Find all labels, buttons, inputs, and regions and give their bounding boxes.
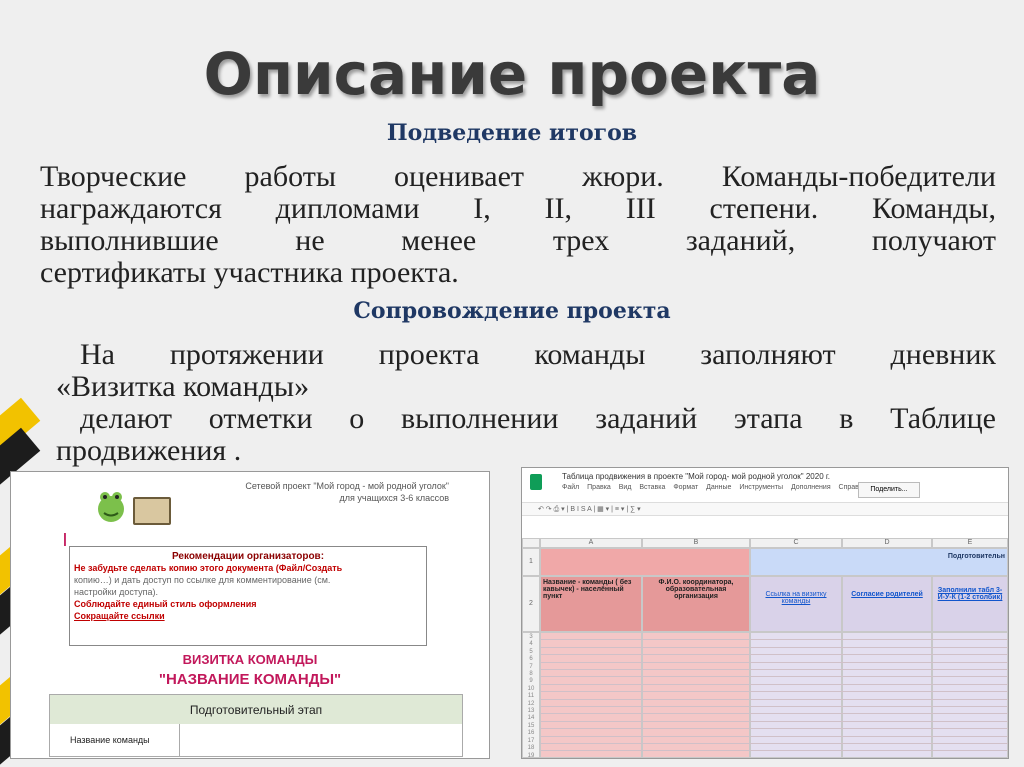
results-line-4: сертификаты участника проекта. <box>40 256 459 289</box>
share-button[interactable]: Поделить... <box>858 482 920 498</box>
row-number: 1 <box>522 548 540 576</box>
recommendations-line-5[interactable]: Сокращайте ссылки <box>70 610 426 622</box>
row-number: 11 <box>527 693 535 700</box>
recommendations-box: Рекомендации организаторов: Не забудьте … <box>69 546 427 646</box>
recommendations-title: Рекомендации организаторов: <box>171 551 325 562</box>
row-number: 17 <box>527 737 535 744</box>
grid-line <box>540 728 1008 730</box>
consent-column[interactable] <box>842 632 932 758</box>
section-results-text: Творческие работы оценивает жюри. Команд… <box>40 161 996 289</box>
row-number: 15 <box>527 722 535 729</box>
card-title: ВИЗИТКА КОМАНДЫ <box>182 652 318 667</box>
sheet-toolbar: ↶ ↷ ⎙ ▾ | B I S A | ▦ ▾ | ≡ ▾ | ∑ ▾ <box>522 502 1008 516</box>
doc-header: Сетевой проект "Мой город - мой родной у… <box>245 480 449 504</box>
frog-mascot-icon <box>98 492 124 522</box>
row-number: 10 <box>527 685 535 692</box>
section-heading-support: Сопровождение проекта <box>353 298 671 324</box>
recommendations-line-1: Не забудьте сделать копию этого документ… <box>74 563 343 573</box>
sheet-title: Таблица продвижения в проекте "Мой город… <box>562 472 831 481</box>
grid-line <box>540 676 1008 678</box>
row-number: 6 <box>529 656 533 663</box>
results-line-2: награждаются дипломами I, II, III степен… <box>40 192 996 225</box>
col-header-d[interactable]: D <box>842 538 932 548</box>
header-card-link[interactable]: Ссылка на визитку команды <box>750 576 842 632</box>
cell-stage-header[interactable]: Подготовительн <box>750 548 1008 576</box>
slide: Описание проекта Подведение итогов Творч… <box>0 0 1024 767</box>
cell-row1-red[interactable] <box>540 548 750 576</box>
grid-line <box>540 691 1008 693</box>
section-support-text: На протяжении проекта команды заполняют … <box>56 339 996 467</box>
header-parent-consent[interactable]: Согласие родителей <box>842 576 932 632</box>
slide-title: Описание проекта <box>203 40 821 108</box>
row-number: 9 <box>529 678 533 685</box>
card-link-column[interactable] <box>750 632 842 758</box>
table-row: Название команды <box>49 724 463 757</box>
results-line-1: Творческие работы оценивает жюри. Команд… <box>40 160 996 193</box>
grid-line <box>540 735 1008 737</box>
support-line-1: На протяжении проекта команды заполняют … <box>80 338 996 371</box>
coordinator-column[interactable] <box>642 632 750 758</box>
row-number: 16 <box>527 730 535 737</box>
row-number: 4 <box>529 641 533 648</box>
table-filled-column[interactable] <box>932 632 1008 758</box>
row-number: 19 <box>527 752 535 759</box>
grid-line <box>540 646 1008 648</box>
sheet-menu[interactable]: Файл Правка Вид Вставка Формат Данные Ин… <box>562 484 866 491</box>
row-number: 12 <box>527 700 535 707</box>
grid-line <box>540 698 1008 700</box>
corner-cell <box>522 538 540 548</box>
recommendations-line-3: настройки доступа). <box>74 587 158 597</box>
grid-line <box>540 654 1008 656</box>
stage-header: Подготовительный этап <box>49 694 463 726</box>
recommendations-line-2: копию…) и дать доступ по ссылке для комм… <box>74 575 331 585</box>
team-name-column[interactable] <box>540 632 642 758</box>
row-number: 7 <box>529 663 533 670</box>
suitcase-icon <box>133 497 171 525</box>
row-number: 18 <box>527 745 535 752</box>
grid-line <box>540 669 1008 670</box>
row-number: 13 <box>527 708 535 715</box>
support-line-4: продвижения . <box>56 434 242 467</box>
row-label: Название команды <box>50 724 180 756</box>
grid-line <box>540 713 1008 715</box>
row-number: 8 <box>529 671 533 678</box>
results-line-3: выполнившие не менее трех заданий, получ… <box>40 224 996 257</box>
col-header-c[interactable]: C <box>750 538 842 548</box>
support-line-2: «Визитка команды» <box>56 370 310 403</box>
text-cursor-icon: | <box>63 530 67 546</box>
grid-line <box>540 706 1008 707</box>
grid-line <box>540 743 1008 744</box>
grid-line <box>540 639 1008 641</box>
team-card-screenshot: Сетевой проект "Мой город - мой родной у… <box>10 471 490 759</box>
row-numbers: 3 4 5 6 7 8 9 10 11 12 13 14 15 16 17 18… <box>522 632 540 758</box>
header-team-name[interactable]: Название - команды ( без кавычек) - насе… <box>540 576 642 632</box>
col-header-a[interactable]: A <box>540 538 642 548</box>
header-coordinator[interactable]: Ф.И.О. координатора, образовательная орг… <box>642 576 750 632</box>
doc-header-line-1: Сетевой проект "Мой город - мой родной у… <box>245 481 449 491</box>
sheets-logo-icon <box>530 474 542 490</box>
row-number: 2 <box>522 576 540 632</box>
progress-sheet-screenshot: Таблица продвижения в проекте "Мой город… <box>521 467 1009 759</box>
section-heading-results: Подведение итогов <box>386 120 638 146</box>
row-number: 3 <box>529 634 533 640</box>
col-header-b[interactable]: B <box>642 538 750 548</box>
grid-line <box>540 661 1008 663</box>
header-table-filled[interactable]: Заполнили табл 3-И-У-К (1-2 столбик) <box>932 576 1008 632</box>
support-line-3: делают отметки о выполнении заданий этап… <box>80 402 996 435</box>
recommendations-line-4: Соблюдайте единый стиль оформления <box>74 599 257 609</box>
col-header-e[interactable]: E <box>932 538 1008 548</box>
grid-line <box>540 720 1008 722</box>
team-name-placeholder: "НАЗВАНИЕ КОМАНДЫ" <box>158 671 342 688</box>
row-number: 5 <box>529 648 533 655</box>
doc-header-line-2: для учащихся 3-6 классов <box>339 493 449 503</box>
grid-line <box>540 683 1008 685</box>
row-number: 14 <box>527 715 535 722</box>
grid-line <box>540 750 1008 752</box>
